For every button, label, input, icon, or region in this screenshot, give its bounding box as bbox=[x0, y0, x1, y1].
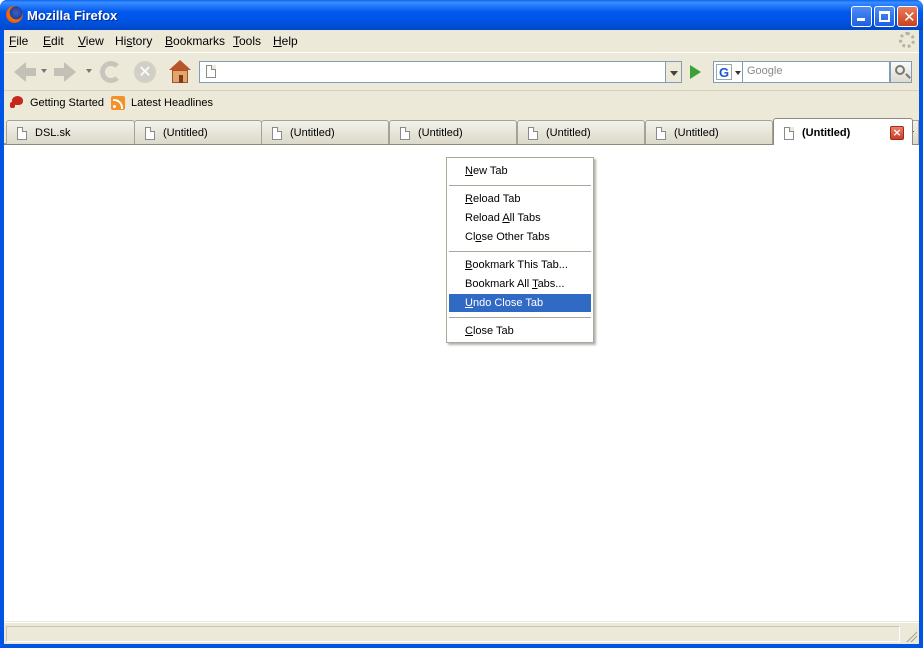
window-title: Mozilla Firefox bbox=[27, 8, 118, 23]
resize-grip[interactable] bbox=[905, 630, 917, 642]
tab-3[interactable]: (Untitled) bbox=[261, 120, 389, 144]
ctx-reload-all-tabs[interactable]: Reload All Tabs bbox=[449, 209, 591, 227]
tab-label: (Untitled) bbox=[674, 127, 719, 139]
getting-started-icon bbox=[10, 96, 24, 108]
firefox-logo-icon bbox=[6, 6, 23, 23]
ctx-undo-close-tab[interactable]: Undo Close Tab bbox=[449, 294, 591, 312]
browser-window: Mozilla Firefox ✕ File Edit View History Boo… bbox=[0, 0, 923, 648]
close-window-button[interactable]: ✕ bbox=[897, 6, 918, 27]
tab-label: DSL.sk bbox=[35, 127, 71, 139]
ctx-bookmark-all-tabs[interactable]: Bookmark All Tabs... bbox=[449, 275, 591, 293]
tab-7[interactable]: (Untitled) × bbox=[773, 118, 913, 145]
tab-label: (Untitled) bbox=[290, 127, 335, 139]
reload-icon bbox=[100, 61, 122, 83]
google-logo-icon: G bbox=[716, 64, 732, 80]
browser-client-area: File Edit View History Bookmarks Tools Help ✕ bbox=[4, 30, 919, 644]
bookmark-latest-headlines[interactable]: Latest Headlines bbox=[131, 97, 213, 109]
bookmark-getting-started[interactable]: Getting Started bbox=[30, 97, 104, 109]
search-button[interactable] bbox=[890, 61, 912, 83]
menu-file[interactable]: File bbox=[9, 34, 28, 48]
close-icon: ✕ bbox=[903, 8, 916, 26]
tab-4[interactable]: (Untitled) bbox=[389, 120, 517, 144]
url-input[interactable] bbox=[222, 64, 652, 80]
rss-feed-icon bbox=[111, 96, 125, 110]
url-history-dropdown-button[interactable] bbox=[666, 61, 682, 83]
ctx-new-tab[interactable]: New Tab bbox=[449, 162, 591, 180]
minimize-button[interactable] bbox=[851, 6, 872, 27]
page-icon bbox=[784, 127, 794, 140]
magnifier-icon bbox=[895, 65, 905, 75]
menu-separator bbox=[449, 185, 591, 186]
page-icon bbox=[400, 127, 410, 140]
home-button[interactable] bbox=[166, 59, 192, 85]
tab-label: (Untitled) bbox=[802, 127, 851, 139]
search-box[interactable] bbox=[743, 61, 890, 83]
url-bar[interactable] bbox=[199, 61, 666, 83]
menu-tools[interactable]: Tools bbox=[233, 34, 261, 48]
tab-strip: DSL.sk (Untitled) (Untitled) (Untitled) (Unt… bbox=[4, 116, 919, 145]
page-icon bbox=[272, 127, 282, 140]
menu-bar: File Edit View History Bookmarks Tools Help bbox=[4, 30, 919, 52]
menu-bookmarks[interactable]: Bookmarks bbox=[165, 34, 225, 48]
forward-arrow-icon bbox=[54, 62, 76, 82]
tab-5[interactable]: (Untitled) bbox=[517, 120, 645, 144]
title-bar[interactable]: Mozilla Firefox ✕ bbox=[0, 0, 923, 30]
close-tab-icon[interactable]: × bbox=[890, 126, 904, 140]
tab-context-menu: New Tab Reload Tab Reload All Tabs Close Ot… bbox=[446, 157, 594, 343]
ctx-bookmark-this-tab[interactable]: Bookmark This Tab... bbox=[449, 256, 591, 274]
menu-separator bbox=[449, 317, 591, 318]
ctx-close-other-tabs[interactable]: Close Other Tabs bbox=[449, 228, 591, 246]
maximize-icon bbox=[879, 11, 890, 22]
reload-button[interactable] bbox=[98, 59, 124, 85]
menu-separator bbox=[449, 251, 591, 252]
back-button[interactable] bbox=[10, 59, 36, 85]
page-icon bbox=[206, 65, 216, 78]
tab-1[interactable]: DSL.sk bbox=[6, 120, 135, 144]
page-icon bbox=[528, 127, 538, 140]
page-icon bbox=[145, 127, 155, 140]
stop-icon: ✕ bbox=[134, 61, 156, 83]
forward-button[interactable] bbox=[52, 59, 78, 85]
status-text bbox=[6, 626, 900, 642]
search-engine-selector[interactable]: G bbox=[713, 61, 743, 83]
page-icon bbox=[17, 127, 27, 140]
page-icon bbox=[656, 127, 666, 140]
tab-6[interactable]: (Untitled) bbox=[645, 120, 773, 144]
menu-view[interactable]: View bbox=[78, 34, 104, 48]
forward-history-dropdown-icon[interactable] bbox=[86, 69, 92, 73]
navigation-toolbar: ✕ G bbox=[4, 52, 919, 90]
back-history-dropdown-icon[interactable] bbox=[41, 69, 47, 73]
tab-label: (Untitled) bbox=[418, 127, 463, 139]
minimize-icon bbox=[857, 18, 865, 21]
ctx-close-tab[interactable]: Close Tab bbox=[449, 322, 591, 340]
menu-history[interactable]: History bbox=[115, 34, 152, 48]
tab-label: (Untitled) bbox=[546, 127, 591, 139]
stop-button[interactable]: ✕ bbox=[132, 59, 158, 85]
menu-help[interactable]: Help bbox=[273, 34, 298, 48]
back-arrow-icon bbox=[14, 62, 36, 82]
throbber-icon bbox=[899, 32, 915, 48]
go-button[interactable] bbox=[686, 63, 704, 81]
maximize-button[interactable] bbox=[874, 6, 895, 27]
status-bar bbox=[4, 622, 919, 644]
tab-2[interactable]: (Untitled) bbox=[134, 120, 262, 144]
bookmarks-toolbar: Getting Started Latest Headlines bbox=[4, 90, 919, 116]
ctx-reload-tab[interactable]: Reload Tab bbox=[449, 190, 591, 208]
tab-label: (Untitled) bbox=[163, 127, 208, 139]
menu-edit[interactable]: Edit bbox=[43, 34, 64, 48]
search-input[interactable] bbox=[747, 65, 885, 77]
